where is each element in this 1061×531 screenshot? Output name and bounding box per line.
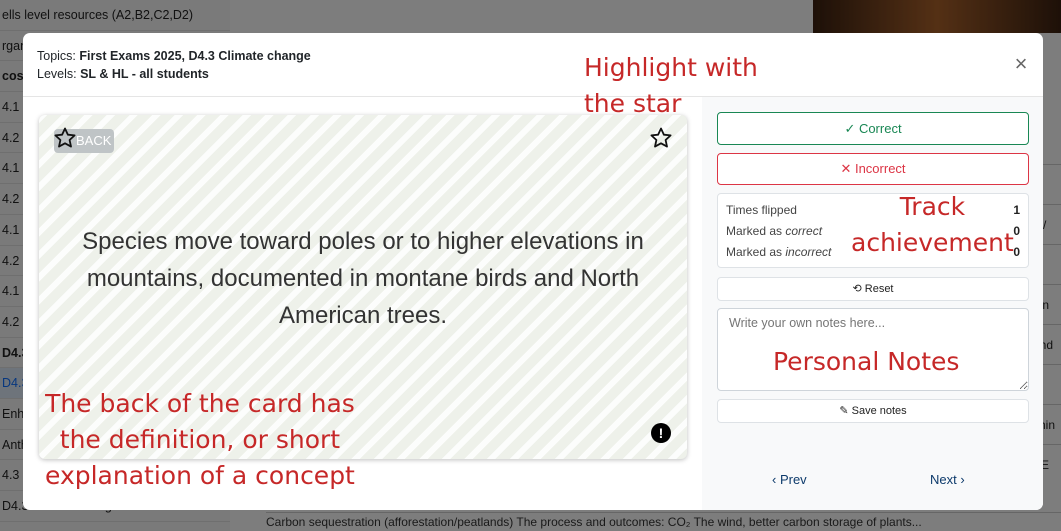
levels-label: Levels:	[37, 67, 77, 81]
topics-line: Topics: First Exams 2025, D4.3 Climate c…	[37, 47, 1029, 65]
topics-label: Topics:	[37, 49, 76, 63]
stat-label-prefix: Marked as	[726, 224, 786, 238]
report-icon[interactable]: !	[651, 423, 671, 443]
reset-button[interactable]: ⟲ Reset	[717, 277, 1029, 301]
levels-value: SL & HL - all students	[80, 67, 209, 81]
annotation-back-card: The back of the card has the definition,…	[45, 389, 355, 490]
star-icon-left[interactable]	[53, 126, 77, 150]
stat-value: 0	[1013, 245, 1020, 259]
modal-header: Topics: First Exams 2025, D4.3 Climate c…	[23, 33, 1043, 97]
card-definition-text: Species move toward poles or to higher e…	[82, 228, 644, 329]
card-controls-panel: ✓ Correct ✕ Incorrect Times flipped 1 Ma…	[702, 97, 1043, 510]
star-icon[interactable]	[649, 126, 673, 150]
stat-label-emphasis: incorrect	[785, 245, 832, 259]
stat-label-prefix: Marked as	[726, 245, 786, 259]
levels-line: Levels: SL & HL - all students	[37, 65, 1029, 83]
stat-value: 0	[1013, 224, 1020, 238]
correct-button[interactable]: ✓ Correct	[717, 112, 1029, 145]
annotation-highlight: Highlight with the star	[584, 53, 758, 118]
prev-button[interactable]: ‹ Prev	[772, 469, 807, 491]
background-sidebar-row: ells level resources (A2,B2,C2,D2)	[0, 0, 230, 31]
annotation-track: Track achievement	[851, 192, 1014, 257]
stat-label: Times flipped	[726, 203, 797, 217]
save-notes-button[interactable]: ✎ Save notes	[717, 399, 1029, 423]
next-button[interactable]: Next ›	[930, 469, 965, 491]
background-table-row: Carbon sequestration (afforestation/peat…	[266, 512, 1061, 531]
stat-label-emphasis: correct	[785, 224, 823, 238]
stat-value: 1	[1013, 203, 1020, 217]
topics-value: First Exams 2025, D4.3 Climate change	[79, 49, 311, 63]
incorrect-button[interactable]: ✕ Incorrect	[717, 153, 1029, 185]
close-icon[interactable]: ×	[1011, 53, 1031, 75]
background-image	[813, 0, 1061, 33]
annotation-notes: Personal Notes	[773, 347, 960, 376]
